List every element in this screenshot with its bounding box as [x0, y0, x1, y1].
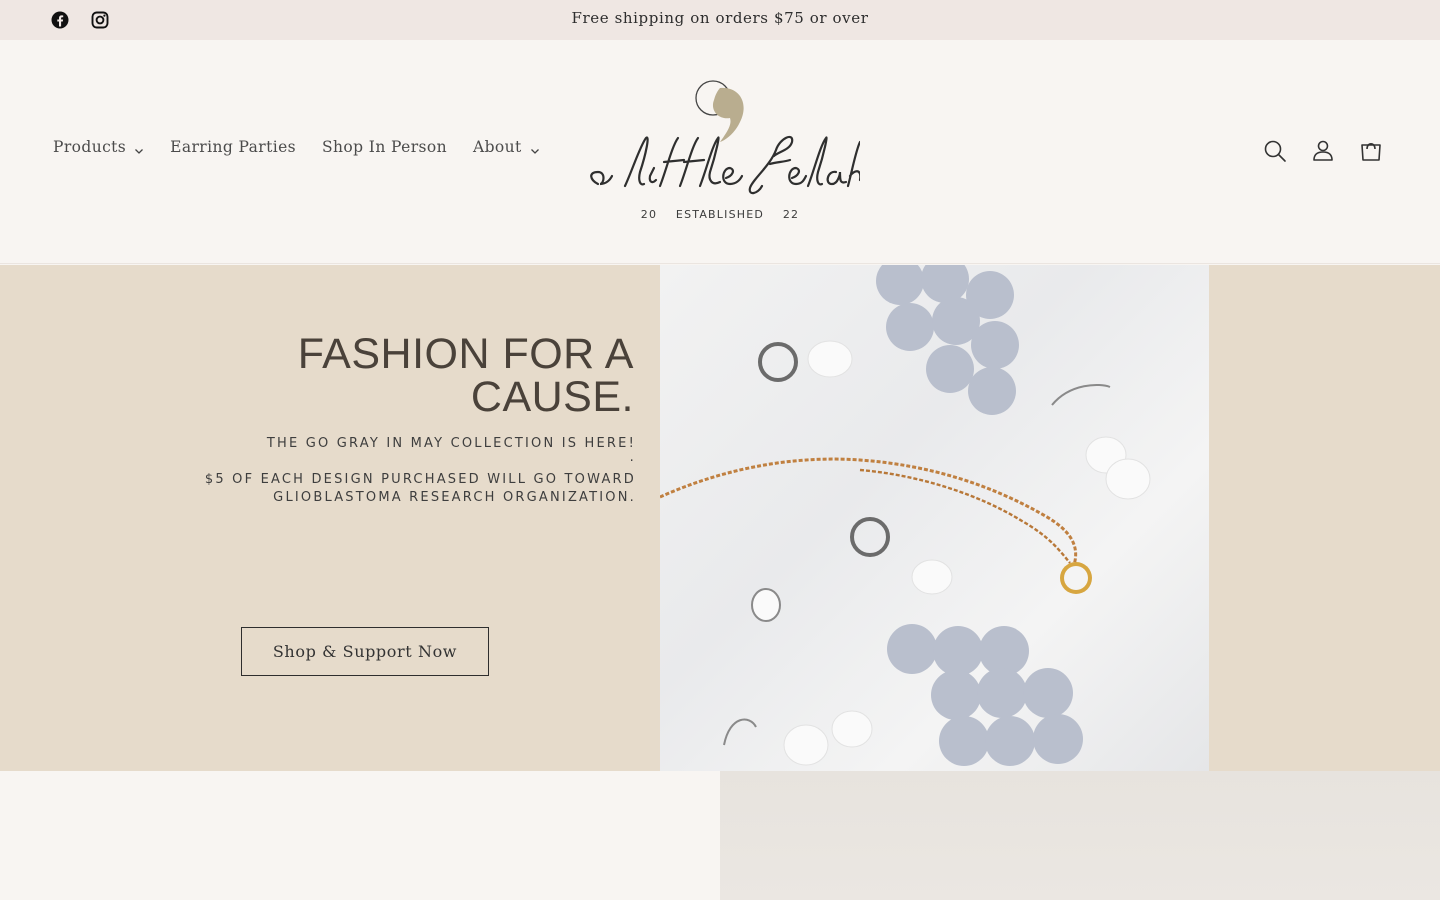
nav-item-label: About: [473, 138, 522, 156]
announcement-bar: Free shipping on orders $75 or over: [0, 0, 1440, 40]
chevron-down-icon: [530, 142, 540, 154]
site-logo[interactable]: 20 ESTABLISHED 22: [580, 76, 862, 232]
site-header: Products Earring Parties Shop In Person …: [0, 40, 1440, 264]
chevron-down-icon: [134, 142, 144, 154]
section-image: [720, 771, 1440, 900]
logo-mark: [590, 80, 862, 195]
hero-subtitle: THE GO GRAY IN MAY COLLECTION IS HERE! .…: [100, 435, 636, 507]
nav-item-earring-parties[interactable]: Earring Parties: [170, 138, 296, 156]
nav-item-shop-in-person[interactable]: Shop In Person: [322, 138, 447, 156]
hero-product-image: [660, 265, 1209, 771]
header-actions: [1262, 138, 1384, 164]
hero-subtitle-dot: .: [629, 450, 636, 465]
section-left: [0, 771, 720, 900]
cart-icon[interactable]: [1358, 138, 1384, 164]
hero-banner: FASHION FOR A CAUSE. THE GO GRAY IN MAY …: [0, 265, 1440, 771]
nav-item-about[interactable]: About: [473, 138, 540, 156]
account-icon[interactable]: [1310, 138, 1336, 164]
nav-item-label: Products: [53, 138, 127, 156]
logo-established: 20 ESTABLISHED 22: [640, 208, 800, 221]
nav-item-label: Shop In Person: [322, 138, 448, 156]
main-nav: Products Earring Parties Shop In Person …: [53, 138, 566, 156]
jewelry-illustration: [660, 265, 1151, 766]
nav-item-products[interactable]: Products: [53, 138, 144, 156]
search-icon[interactable]: [1262, 138, 1288, 164]
nav-item-label: Earring Parties: [170, 138, 297, 156]
hero-subtitle-line-1: THE GO GRAY IN MAY COLLECTION IS HERE!: [266, 436, 636, 451]
hero-subtitle-line-2: $5 OF EACH DESIGN PURCHASED WILL GO TOWA…: [204, 472, 636, 505]
hero-title: FASHION FOR A CAUSE.: [297, 330, 634, 421]
shop-support-button[interactable]: Shop & Support Now: [241, 627, 489, 676]
announcement-text: Free shipping on orders $75 or over: [571, 9, 869, 27]
